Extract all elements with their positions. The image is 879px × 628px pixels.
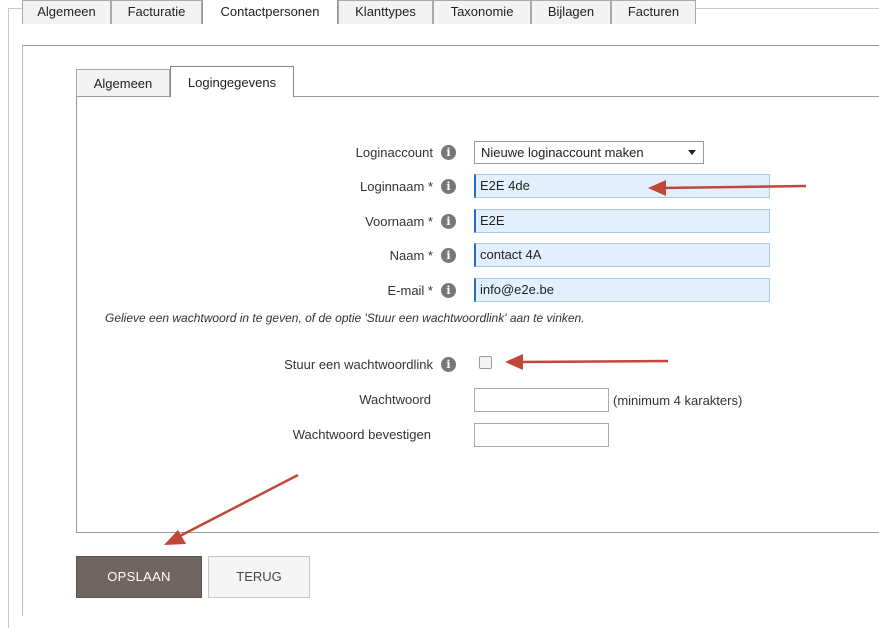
arrow-head-loginnaam: [648, 180, 666, 196]
arrow-head-sendlink: [505, 354, 523, 370]
tab-contactpersonen[interactable]: Contactpersonen: [202, 0, 338, 24]
arrow-head-save: [164, 530, 186, 545]
annotation-arrows: [164, 180, 807, 545]
arrow-sendlink: [517, 359, 669, 364]
arrow-save: [175, 473, 299, 540]
subtab-logingegevens[interactable]: Logingegevens: [170, 66, 294, 97]
arrow-loginnaam: [659, 184, 807, 190]
